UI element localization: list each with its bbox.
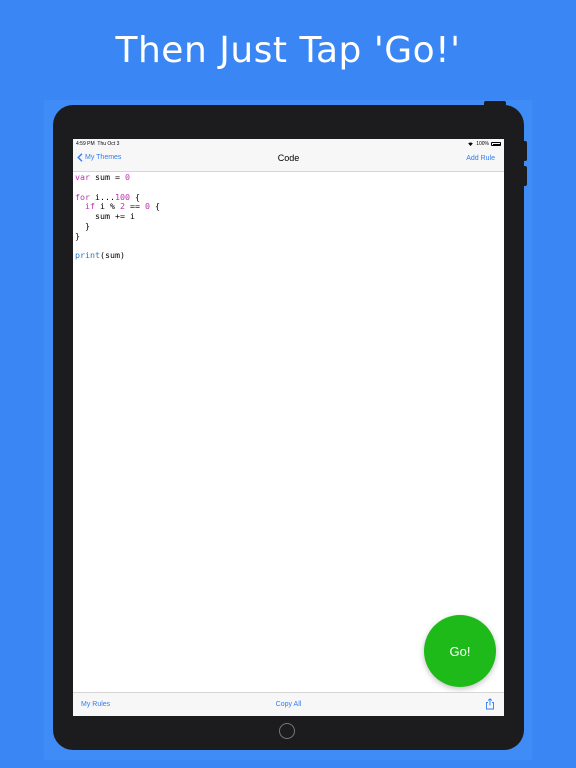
- navigation-bar: My Themes Code Add Rule: [73, 149, 504, 172]
- battery-percent: 100%: [476, 141, 489, 147]
- code-line-5: sum += i: [75, 211, 135, 222]
- home-button[interactable]: [279, 723, 295, 739]
- wifi-icon: [468, 142, 473, 146]
- time-text: 4:59 PM: [76, 141, 95, 147]
- code-line-4: if i % 2 == 0 {: [75, 201, 502, 212]
- page-title: Code: [277, 153, 300, 163]
- copy-all-container: Copy All: [73, 701, 504, 708]
- keyword: for: [75, 191, 90, 202]
- status-bar: 4:59 PM Thu Oct 3 100%: [73, 139, 504, 149]
- number-literal: 100: [114, 191, 130, 202]
- code-line-6: }: [75, 220, 90, 231]
- status-right: 100%: [467, 141, 501, 147]
- number-literal: 0: [124, 172, 130, 182]
- code-text: {: [149, 201, 160, 212]
- status-time: 4:59 PM Thu Oct 3: [76, 141, 119, 147]
- go-button[interactable]: Go!: [424, 615, 496, 687]
- add-rule-button[interactable]: Add Rule: [466, 155, 495, 162]
- app-screen: 4:59 PM Thu Oct 3 100% My Themes Code Ad…: [73, 139, 504, 716]
- code-line-7: }: [75, 230, 80, 241]
- code-text: sum =: [90, 172, 125, 182]
- copy-all-button[interactable]: Copy All: [276, 701, 302, 708]
- code-text: i...: [90, 191, 115, 202]
- headline: Then Just Tap 'Go!': [115, 30, 461, 71]
- date-text: Thu Oct 3: [97, 141, 120, 147]
- code-text: {: [129, 191, 140, 202]
- code-text: (sum): [99, 250, 125, 261]
- battery-icon: [491, 142, 501, 146]
- keyword: var: [75, 172, 90, 182]
- function-name: print: [75, 250, 100, 261]
- code-line-9: print(sum): [75, 250, 502, 261]
- code-text: i %: [95, 201, 120, 212]
- share-icon[interactable]: [485, 698, 495, 710]
- keyword: if: [85, 201, 95, 212]
- code-text: ==: [124, 201, 145, 212]
- code-line-1: var sum = 0: [75, 172, 502, 183]
- code-editor[interactable]: var sum = 0 for i...100 { if i % 2 == 0 …: [75, 172, 502, 691]
- bottom-toolbar: My Rules Copy All: [73, 692, 504, 716]
